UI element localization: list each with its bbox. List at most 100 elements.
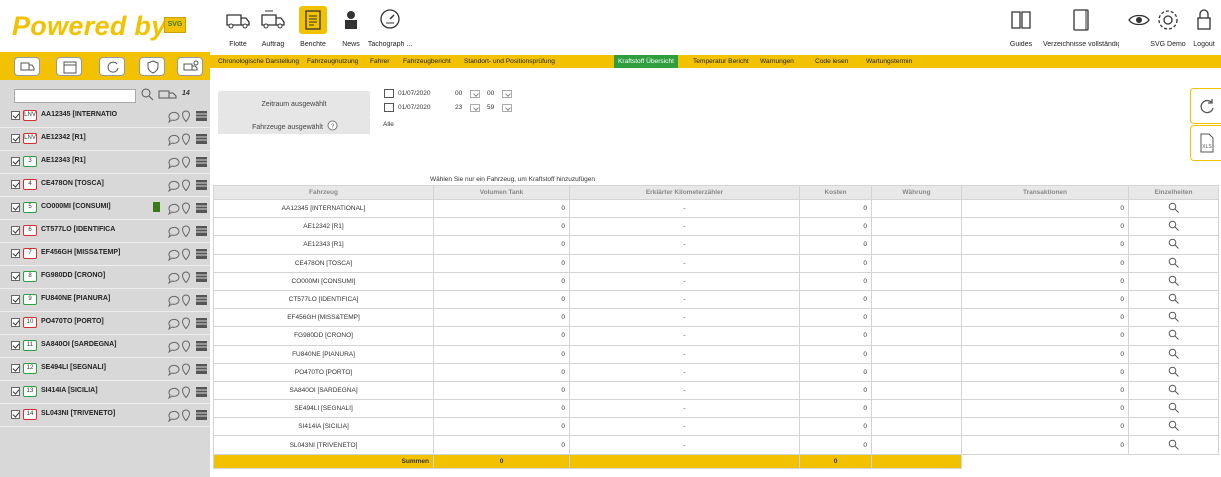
list-icon[interactable] (196, 111, 207, 121)
location-pin-icon[interactable] (181, 202, 191, 215)
col-einzelheiten[interactable]: Einzelheiten (1128, 185, 1219, 200)
vehicle-checkbox[interactable] (11, 203, 20, 212)
search-icon[interactable] (1168, 275, 1179, 286)
list-icon[interactable] (196, 180, 207, 190)
nav-guides[interactable]: Guides (1001, 4, 1041, 50)
search-icon[interactable] (1168, 439, 1179, 450)
help-icon[interactable]: ? (327, 120, 338, 131)
list-icon[interactable] (196, 341, 207, 351)
nav-news[interactable]: News (336, 4, 366, 50)
vehicle-checkbox[interactable] (11, 341, 20, 350)
vehicle-checkbox[interactable] (11, 226, 20, 235)
calendar-icon[interactable] (384, 103, 394, 112)
list-icon[interactable] (196, 295, 207, 305)
chat-icon[interactable] (168, 180, 180, 193)
tab-standort[interactable]: Standort- und Positionsprüfung (464, 55, 555, 68)
search-icon[interactable] (1168, 366, 1179, 377)
nav-logout[interactable]: Logout (1188, 4, 1220, 50)
list-icon[interactable] (196, 203, 207, 213)
location-pin-icon[interactable] (181, 409, 191, 422)
nav-flotte[interactable]: Flotte (222, 4, 254, 50)
list-icon[interactable] (196, 272, 207, 282)
tab-wartungstermin[interactable]: Wartungstermin (866, 55, 912, 68)
list-item[interactable]: 5 CO000MI [CONSUMI] (0, 198, 210, 220)
list-icon[interactable] (196, 249, 207, 259)
search-icon[interactable] (1168, 402, 1179, 414)
chat-icon[interactable] (168, 249, 180, 262)
vehicle-search-input[interactable] (14, 89, 136, 103)
list-item[interactable]: 10 PO470TO [PORTO] (0, 313, 210, 335)
vehicle-checkbox[interactable] (11, 410, 20, 419)
tab-warnungen[interactable]: Warnungen (760, 55, 794, 68)
calendar-button[interactable] (56, 57, 82, 76)
location-pin-icon[interactable] (181, 225, 191, 238)
location-pin-icon[interactable] (181, 110, 191, 123)
to-min-dropdown[interactable] (502, 104, 512, 112)
list-item[interactable]: 7 EF456GH [MISS&TEMP] (0, 244, 210, 266)
location-pin-icon[interactable] (181, 363, 191, 376)
to-date[interactable]: 01/07/2020 (398, 104, 431, 111)
list-item[interactable]: 9 FU840NE [PIANURA] (0, 290, 210, 312)
col-fahrzeug[interactable]: Fahrzeug (213, 185, 434, 200)
chat-icon[interactable] (168, 226, 180, 239)
to-hour[interactable]: 23 (455, 104, 462, 111)
list-item[interactable]: 11 SA840OI [SARDEGNA] (0, 336, 210, 358)
from-hour-dropdown[interactable] (470, 90, 480, 98)
search-icon[interactable] (1168, 202, 1179, 213)
nav-berichte[interactable]: Berichte (295, 4, 331, 50)
chat-icon[interactable] (168, 111, 180, 124)
tab-kraftstoff[interactable]: Kraftstoff Übersicht (614, 55, 678, 68)
from-min[interactable]: 00 (487, 90, 494, 97)
chat-icon[interactable] (168, 318, 180, 331)
location-pin-icon[interactable] (181, 340, 191, 353)
chat-icon[interactable] (168, 410, 180, 423)
list-item[interactable]: 14 SL043NI [TRIVENETO] (0, 405, 210, 427)
vehicle-checkbox[interactable] (11, 295, 20, 304)
fahrzeuge-button[interactable]: Fahrzeuge ausgewählt ? (218, 118, 370, 134)
list-icon[interactable] (196, 157, 207, 167)
list-item[interactable]: 4 CE478ON [TOSCA] (0, 175, 210, 197)
chat-icon[interactable] (168, 203, 180, 216)
tab-fahrzeugnutzung[interactable]: Fahrzeugnutzung (307, 55, 358, 68)
list-icon[interactable] (196, 410, 207, 420)
export-xls-button[interactable]: XLS (1190, 125, 1221, 161)
reload-button[interactable] (1190, 88, 1221, 124)
truck-location-button[interactable] (177, 57, 203, 76)
location-pin-icon[interactable] (181, 133, 191, 146)
list-item[interactable]: LNV AA12345 [INTERNATIO (0, 106, 210, 128)
list-icon[interactable] (196, 318, 207, 328)
list-item[interactable]: LNV AE12342 [R1] (0, 129, 210, 151)
vehicle-checkbox[interactable] (11, 157, 20, 166)
list-item[interactable]: 12 SE494LI [SEGNALI] (0, 359, 210, 381)
search-icon[interactable] (1168, 329, 1179, 341)
to-hour-dropdown[interactable] (470, 104, 480, 112)
search-icon[interactable] (1168, 220, 1179, 232)
search-icon[interactable] (140, 87, 154, 101)
chat-icon[interactable] (168, 272, 180, 285)
list-icon[interactable] (196, 134, 207, 144)
from-date[interactable]: 01/07/2020 (398, 90, 431, 97)
calendar-icon[interactable] (384, 89, 394, 98)
search-icon[interactable] (1168, 257, 1179, 268)
chat-icon[interactable] (168, 387, 180, 400)
vehicle-checkbox[interactable] (11, 180, 20, 189)
search-icon[interactable] (1168, 348, 1179, 359)
chat-icon[interactable] (168, 134, 180, 147)
from-hour[interactable]: 00 (455, 90, 462, 97)
col-transaktionen[interactable]: Transaktionen (961, 185, 1129, 200)
search-icon[interactable] (1168, 384, 1179, 395)
location-pin-icon[interactable] (181, 156, 191, 169)
vehicle-checkbox[interactable] (11, 111, 20, 120)
list-item[interactable]: 6 CT577LO [IDENTIFICA (0, 221, 210, 243)
from-min-dropdown[interactable] (502, 90, 512, 98)
vehicle-checkbox[interactable] (11, 134, 20, 143)
vehicle-checkbox[interactable] (11, 318, 20, 327)
col-volumen[interactable]: Volumen Tank (433, 185, 570, 200)
nav-svg-demo[interactable]: SVG Demo (1148, 4, 1188, 50)
nav-auftrag[interactable]: Auftrag (256, 4, 290, 50)
tab-chronologische[interactable]: Chronologische Darstellung (218, 55, 299, 68)
nav-verzeichnisse[interactable]: Verzeichnisse vollständige ... (1043, 4, 1119, 50)
list-icon[interactable] (196, 387, 207, 397)
to-min[interactable]: 59 (487, 104, 494, 111)
search-icon[interactable] (1168, 420, 1179, 432)
